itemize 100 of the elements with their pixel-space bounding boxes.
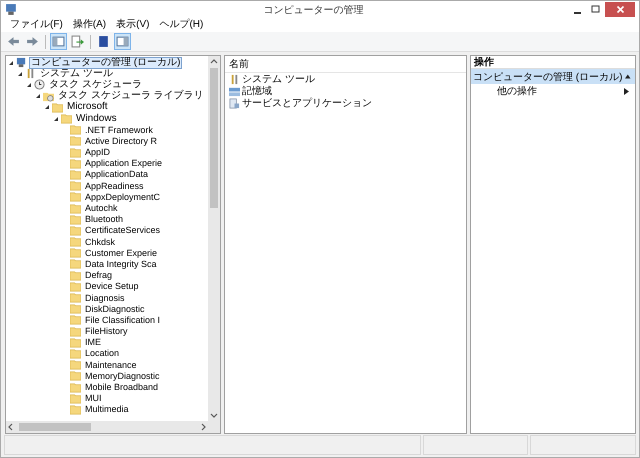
folder-clock-icon xyxy=(43,90,54,102)
folder-icon xyxy=(70,247,81,258)
folder-icon xyxy=(70,292,81,304)
tree-item[interactable]: AppReadiness xyxy=(83,180,146,192)
tools-icon xyxy=(229,74,240,84)
tree-item[interactable]: IME xyxy=(83,336,104,348)
tree-item[interactable]: AppxDeploymentC xyxy=(83,190,162,203)
expanded-arrow-icon[interactable] xyxy=(8,60,14,66)
tree-item[interactable]: Windows xyxy=(74,112,119,125)
expanded-arrow-icon[interactable] xyxy=(17,70,23,77)
tree-item[interactable]: タスク スケジューラ ライブラリ xyxy=(56,90,206,102)
vertical-scrollbar[interactable] xyxy=(208,56,220,421)
folder-icon xyxy=(70,348,81,359)
folder-icon xyxy=(70,180,81,192)
tree-item[interactable]: .NET Framework xyxy=(83,124,155,136)
minimize-icon xyxy=(574,12,580,14)
folder-icon xyxy=(70,280,81,292)
folder-icon xyxy=(70,336,81,348)
tree-item[interactable]: Multimedia xyxy=(83,403,131,416)
tools-icon xyxy=(25,68,36,80)
folder-icon xyxy=(70,258,81,270)
tree-item[interactable]: DiskDiagnostic xyxy=(83,302,147,315)
folder-icon xyxy=(70,326,81,337)
folder-icon xyxy=(70,224,81,236)
tree-item[interactable]: Device Setup xyxy=(83,280,141,292)
column-header[interactable]: 名前 xyxy=(225,56,466,73)
menu-item[interactable]: 操作(A) xyxy=(68,18,112,32)
tree-item[interactable]: Microsoft xyxy=(65,101,110,114)
close-button[interactable] xyxy=(605,2,635,17)
tree-item[interactable]: Application Experie xyxy=(83,157,164,170)
folder-icon xyxy=(52,102,63,113)
folder-icon xyxy=(70,404,81,415)
tree-item[interactable]: Customer Experie xyxy=(83,246,160,259)
folder-icon xyxy=(70,270,81,281)
app-icon xyxy=(5,3,18,16)
export-icon xyxy=(71,35,84,48)
expanded-arrow-icon[interactable] xyxy=(35,93,41,100)
toolbar-button[interactable] xyxy=(114,33,131,50)
menu-item[interactable]: ファイル(F) xyxy=(5,18,68,32)
list-item[interactable]: 記憶域 xyxy=(242,84,272,98)
tree-pane-icon xyxy=(52,35,65,48)
list-item[interactable]: サービスとアプリケーション xyxy=(242,96,372,110)
horizontal-scrollbar[interactable] xyxy=(6,421,220,433)
folder-icon xyxy=(70,236,81,248)
maximize-icon xyxy=(590,5,600,14)
tree-item[interactable]: コンピューターの管理 (ローカル) xyxy=(29,56,182,69)
folder-icon xyxy=(70,392,81,404)
tree-item[interactable]: File Classification I xyxy=(83,314,162,326)
tree-item[interactable]: タスク スケジューラ xyxy=(47,78,144,91)
toolbar-button[interactable] xyxy=(69,33,86,50)
tree-item[interactable]: Bluetooth xyxy=(83,213,126,226)
toolbar-button[interactable] xyxy=(50,33,67,50)
folder-icon xyxy=(61,113,72,124)
tree-item[interactable]: CertificateServices xyxy=(83,224,162,236)
folder-icon xyxy=(70,168,81,180)
folder-icon xyxy=(70,202,81,214)
menu-item[interactable]: ヘルプ(H) xyxy=(154,18,208,32)
menu-item[interactable]: 表示(V) xyxy=(111,18,154,32)
tree-item[interactable]: Data Integrity Sca xyxy=(83,258,159,270)
folder-icon xyxy=(70,382,81,393)
window-title: コンピューターの管理 xyxy=(264,4,364,16)
close-icon xyxy=(616,5,624,14)
tree-item[interactable]: Mobile Broadband xyxy=(83,381,160,394)
submenu-arrow-icon xyxy=(624,88,629,94)
back-arrow-icon xyxy=(7,35,20,48)
folder-icon xyxy=(70,146,81,158)
folder-icon xyxy=(70,303,81,314)
forward-arrow-icon xyxy=(26,35,39,48)
tree-item[interactable]: Diagnosis xyxy=(83,292,127,304)
tree-item[interactable]: システム ツール xyxy=(38,68,115,80)
tree-item[interactable]: AppID xyxy=(83,146,112,158)
folder-icon xyxy=(70,158,81,169)
actions-section[interactable]: コンピューターの管理 (ローカル) xyxy=(471,69,635,84)
tree-item[interactable]: Chkdsk xyxy=(83,236,118,248)
folder-icon xyxy=(70,314,81,326)
folder-icon xyxy=(70,214,81,225)
tree-item[interactable]: Defrag xyxy=(83,269,114,282)
folder-icon xyxy=(70,370,81,382)
folder-icon xyxy=(70,359,81,370)
tree-item[interactable]: ApplicationData xyxy=(83,168,150,180)
action-pane-icon xyxy=(116,35,129,48)
tree-item[interactable]: Autochk xyxy=(83,202,120,214)
expanded-arrow-icon[interactable] xyxy=(26,82,32,88)
folder-icon xyxy=(70,191,81,202)
services-icon xyxy=(229,98,240,108)
tree-item[interactable]: FileHistory xyxy=(83,325,130,338)
action-item[interactable]: 他の操作 xyxy=(497,84,537,98)
computer-icon xyxy=(16,57,27,68)
tree-item[interactable]: MUI xyxy=(83,392,104,404)
storage-icon xyxy=(229,86,240,96)
folder-icon xyxy=(70,135,81,146)
list-item[interactable]: システム ツール xyxy=(242,72,315,86)
clock-icon xyxy=(34,79,45,90)
expanded-arrow-icon[interactable] xyxy=(53,116,59,122)
folder-icon xyxy=(70,124,81,136)
tree-item[interactable]: Active Directory R xyxy=(83,134,160,147)
tree-item[interactable]: MemoryDiagnostic xyxy=(83,370,162,382)
expanded-arrow-icon[interactable] xyxy=(44,104,50,110)
tree-item[interactable]: Maintenance xyxy=(83,358,139,371)
tree-item[interactable]: Location xyxy=(83,347,122,360)
